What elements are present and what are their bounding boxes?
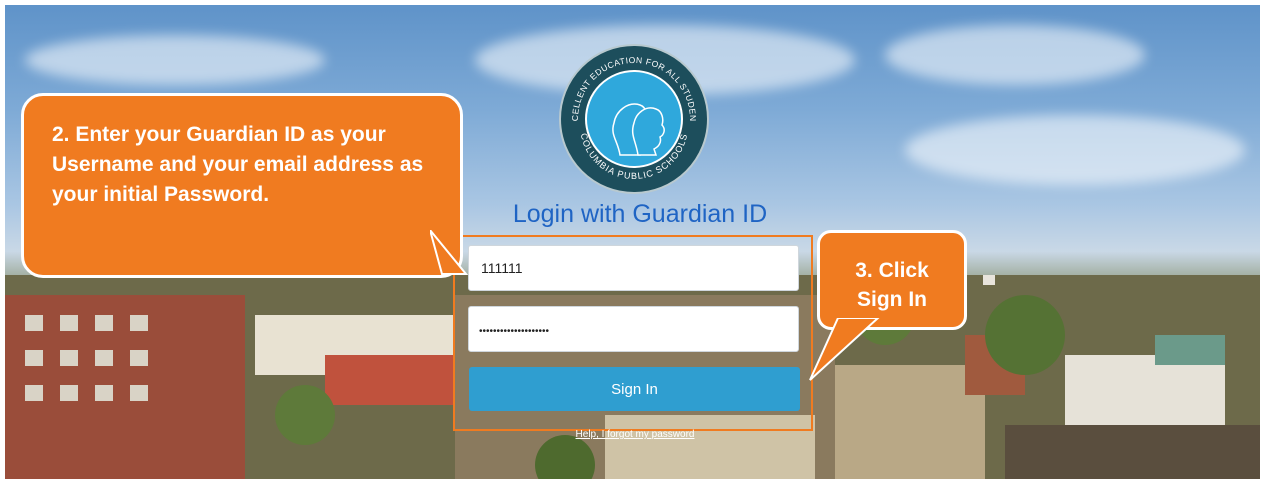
callout-pointer (809, 318, 880, 381)
password-input[interactable]: •••••••••••••••••••• (479, 326, 549, 337)
login-title: Login with Guardian ID (512, 200, 768, 228)
callout-step-3: 3. Click Sign In (817, 230, 967, 330)
forgot-password-link[interactable]: Help, I forgot my password (560, 429, 710, 440)
district-logo: EXCELLENT EDUCATION FOR ALL STUDENTS COL… (558, 43, 709, 194)
callout-pointer (430, 230, 469, 275)
password-field[interactable]: •••••••••••••••••••• (468, 306, 799, 352)
username-field[interactable] (468, 245, 799, 291)
callout-step-2: 2. Enter your Guardian ID as your Userna… (21, 93, 463, 278)
sign-in-button[interactable]: Sign In (469, 367, 800, 411)
username-input[interactable] (479, 259, 783, 277)
